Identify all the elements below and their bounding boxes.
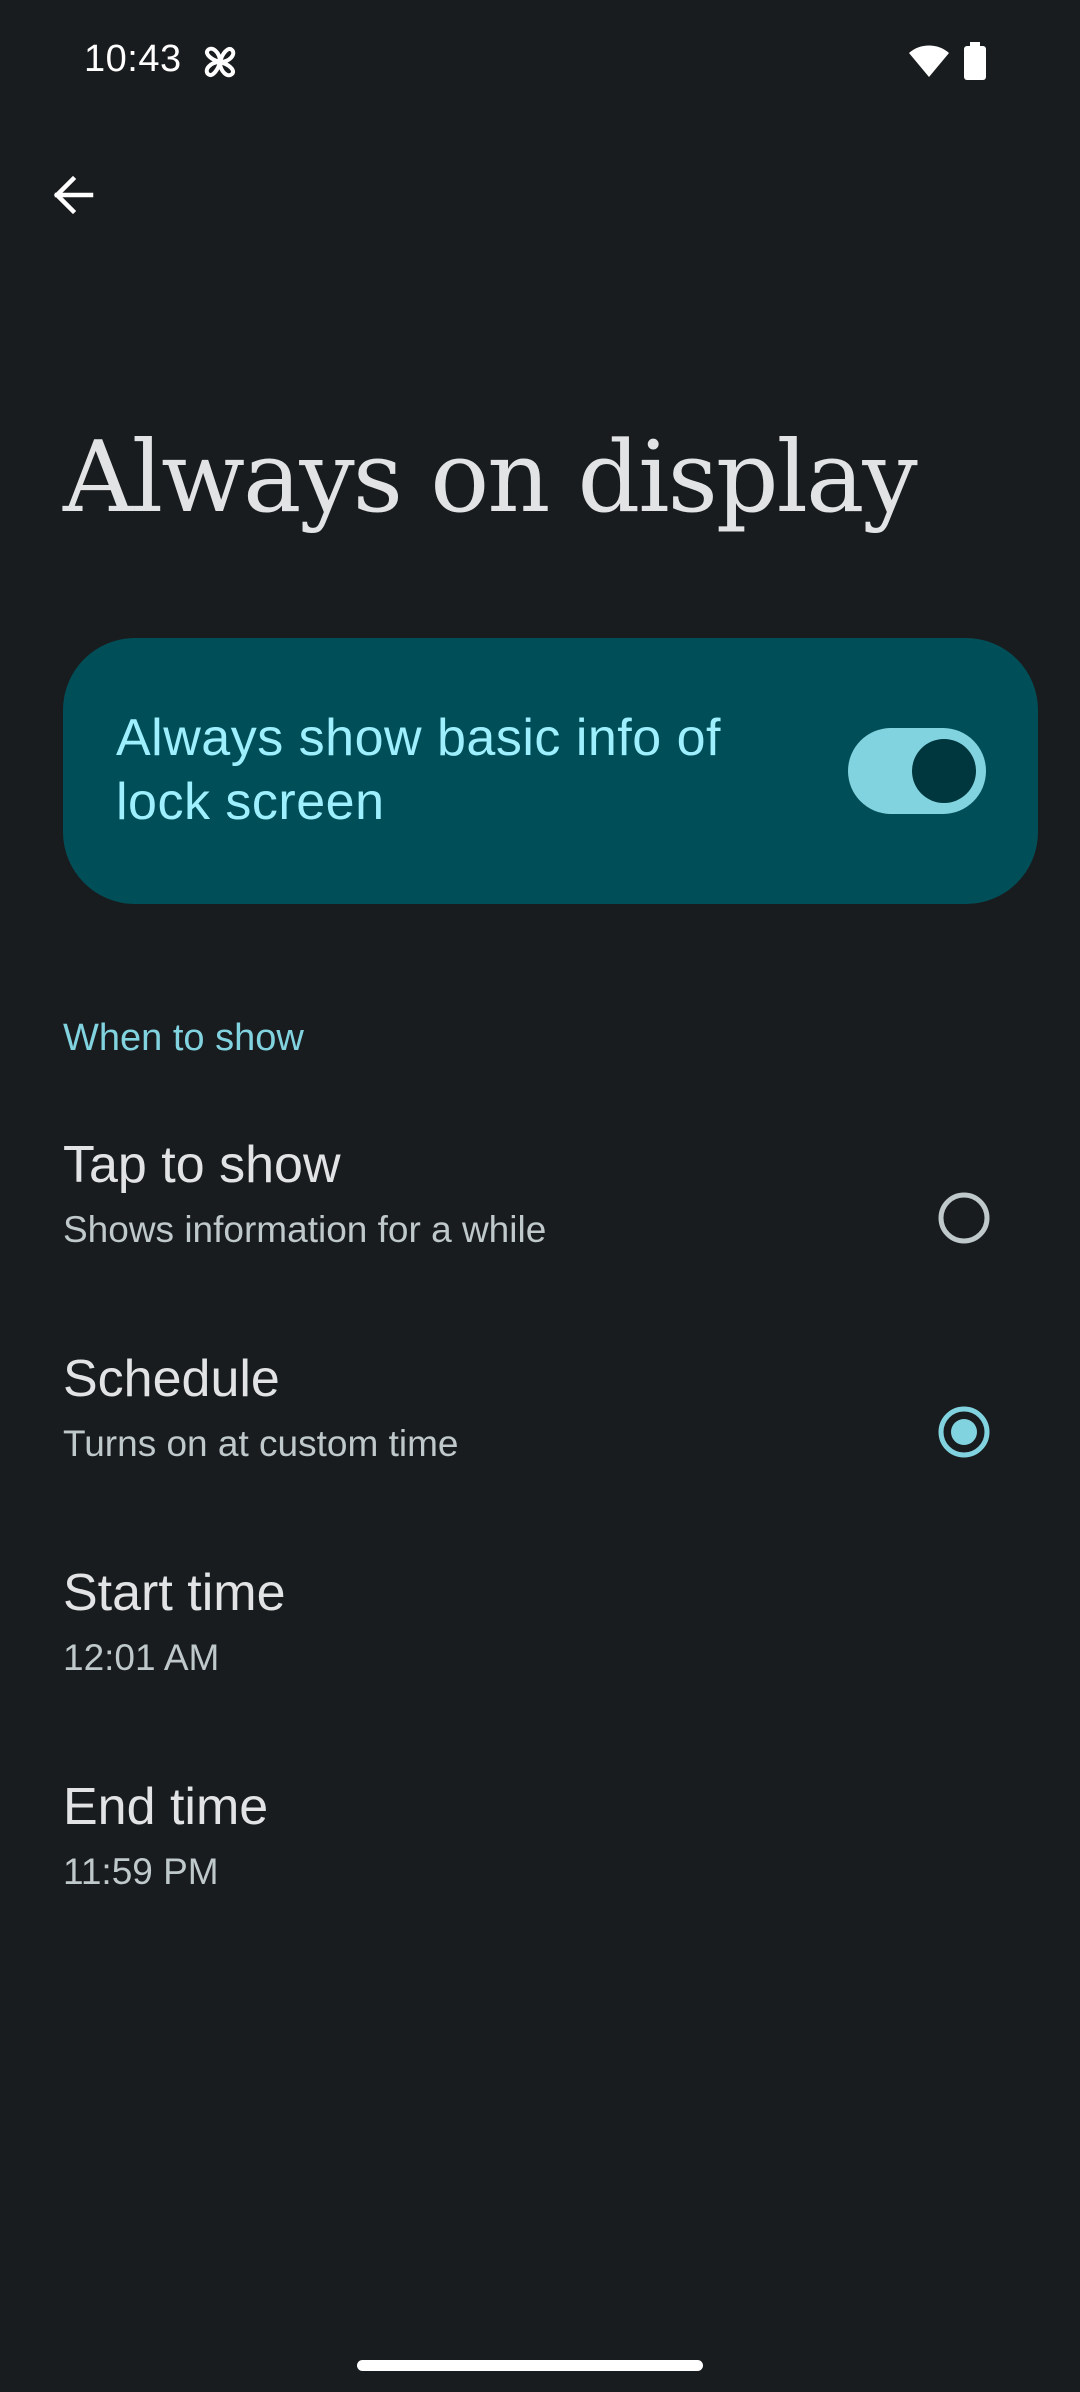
page-title: Always on display — [63, 421, 918, 535]
option-tap-to-show[interactable]: Tap to show Shows information for a whil… — [0, 1110, 1080, 1324]
status-bar: 10:43 — [0, 0, 1080, 130]
radio-schedule[interactable] — [936, 1404, 992, 1460]
start-time-value: 12:01 AM — [63, 1637, 220, 1678]
section-header-when-to-show: When to show — [63, 1017, 304, 1059]
option-subtitle: Turns on at custom time — [63, 1423, 459, 1464]
always-on-switch[interactable] — [848, 728, 986, 814]
end-time-row[interactable]: End time 11:59 PM — [0, 1752, 1080, 1966]
switch-thumb — [912, 739, 976, 803]
start-time-row[interactable]: Start time 12:01 AM — [0, 1538, 1080, 1752]
battery-icon — [964, 42, 986, 80]
radio-tap-to-show[interactable] — [936, 1190, 992, 1246]
start-time-title: Start time — [63, 1564, 286, 1622]
option-title: Schedule — [63, 1350, 280, 1408]
wifi-icon — [908, 44, 950, 78]
end-time-value: 11:59 PM — [63, 1851, 219, 1892]
status-time: 10:43 — [84, 38, 182, 80]
main-toggle-label: Always show basic info of lock screen — [116, 709, 721, 831]
pinwheel-icon — [198, 40, 242, 84]
option-subtitle: Shows information for a while — [63, 1209, 547, 1250]
arrow-back-icon — [49, 171, 97, 224]
end-time-title: End time — [63, 1778, 269, 1836]
back-button[interactable] — [36, 160, 110, 234]
main-toggle-card[interactable]: Always show basic info of lock screen — [63, 638, 1038, 904]
option-title: Tap to show — [63, 1136, 341, 1194]
option-schedule[interactable]: Schedule Turns on at custom time — [0, 1324, 1080, 1538]
home-gesture-handle[interactable] — [357, 2360, 703, 2371]
